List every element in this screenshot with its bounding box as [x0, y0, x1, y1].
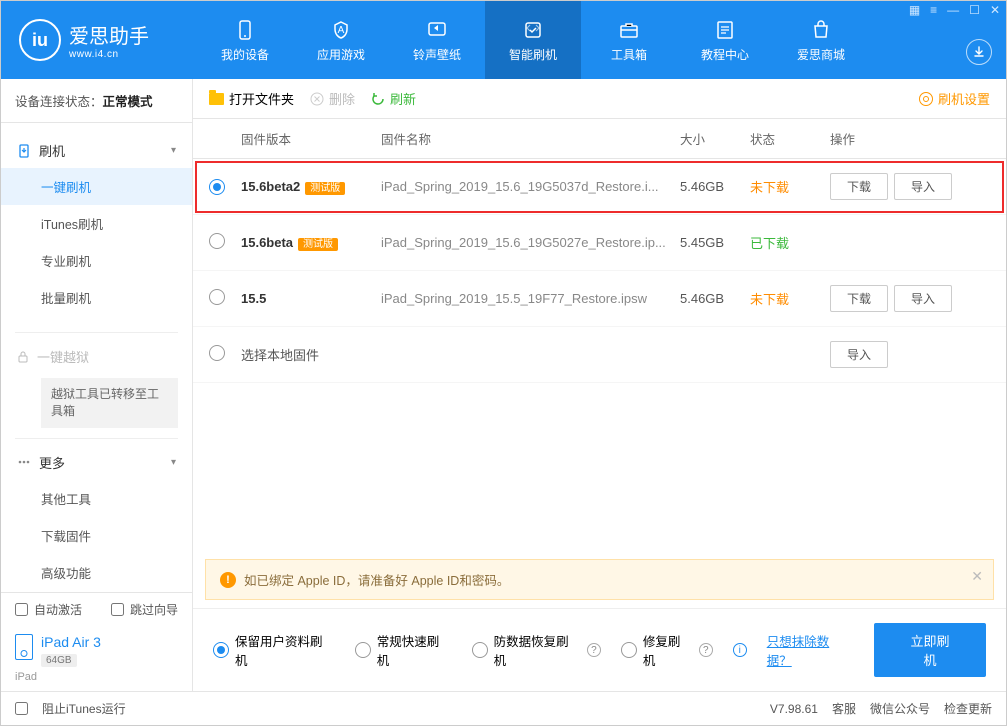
select-radio[interactable] [209, 233, 225, 249]
sidebar-item-1[interactable]: iTunes刷机 [1, 205, 192, 242]
lock-icon [17, 350, 29, 364]
ipad-icon [15, 634, 33, 660]
app-name: 爱思助手 [69, 20, 149, 49]
flash-options: 保留用户资料刷机常规快速刷机防数据恢复刷机? 修复刷机? i 只想抹除数据？ 立即… [193, 608, 1006, 691]
option-radio[interactable] [621, 642, 637, 658]
nav-item-1[interactable]: A应用游戏 [293, 1, 389, 79]
import-button[interactable]: 导入 [894, 173, 952, 200]
device-info[interactable]: iPad Air 3 64GB iPad [1, 626, 192, 691]
firmware-row[interactable]: 15.6beta2测试版iPad_Spring_2019_15.6_19G503… [193, 159, 1006, 215]
nav-item-0[interactable]: 我的设备 [197, 1, 293, 79]
more-icon [17, 455, 31, 469]
maximize-icon[interactable]: ☐ [969, 3, 980, 17]
help-icon[interactable]: ? [587, 643, 601, 657]
import-button[interactable]: 导入 [830, 341, 888, 368]
svg-text:A: A [338, 25, 345, 36]
flash-option-2[interactable]: 防数据恢复刷机? [472, 631, 601, 669]
sidebar-item-0[interactable]: 一键刷机 [1, 168, 192, 205]
grid-icon[interactable]: ▦ [909, 3, 920, 17]
main-nav: 我的设备A应用游戏铃声壁纸智能刷机工具箱教程中心爱思商城 [197, 1, 869, 79]
download-button[interactable]: 下载 [830, 285, 888, 312]
download-indicator-icon[interactable] [966, 39, 992, 65]
jailbreak-note: 越狱工具已转移至工具箱 [41, 378, 178, 428]
nav-item-2[interactable]: 铃声壁纸 [389, 1, 485, 79]
nav-icon [521, 18, 545, 42]
logo-icon: iu [19, 19, 61, 61]
nav-icon: A [329, 18, 353, 42]
sidebar-group-flash[interactable]: 刷机 ▾ [1, 133, 192, 168]
window-controls: ▦ ≡ — ☐ ✕ [909, 3, 1000, 17]
skip-guide-checkbox[interactable] [111, 603, 124, 616]
flash-now-button[interactable]: 立即刷机 [874, 623, 986, 677]
help-icon[interactable]: ? [699, 643, 713, 657]
delete-icon [310, 92, 324, 106]
select-radio[interactable] [209, 345, 225, 361]
sidebar-more-item-2[interactable]: 高级功能 [1, 554, 192, 591]
sidebar-more-item-1[interactable]: 下载固件 [1, 517, 192, 554]
option-radio[interactable] [355, 642, 371, 658]
nav-icon [713, 18, 737, 42]
nav-icon [425, 18, 449, 42]
nav-item-4[interactable]: 工具箱 [581, 1, 677, 79]
app-url: www.i4.cn [69, 49, 149, 60]
sidebar-item-2[interactable]: 专业刷机 [1, 242, 192, 279]
footer-link-wechat[interactable]: 微信公众号 [870, 700, 930, 717]
menu-icon[interactable]: ≡ [930, 3, 937, 17]
nav-item-5[interactable]: 教程中心 [677, 1, 773, 79]
warning-bar: ! 如已绑定 Apple ID，请准备好 Apple ID和密码。 ✕ [205, 559, 994, 600]
refresh-button[interactable]: 刷新 [371, 89, 416, 108]
chevron-down-icon: ▾ [171, 457, 176, 468]
firmware-row[interactable]: 15.5iPad_Spring_2019_15.5_19F77_Restore.… [193, 271, 1006, 327]
minimize-icon[interactable]: — [947, 3, 959, 17]
content-area: 打开文件夹 删除 刷新 刷机设置 固件版本 固件名称 大小 状态 操作 15.6… [193, 79, 1006, 691]
local-firmware-row[interactable]: 选择本地固件导入 [193, 327, 1006, 383]
logo-area: iu 爱思助手 www.i4.cn [1, 1, 197, 79]
block-itunes-checkbox[interactable] [15, 702, 28, 715]
table-header: 固件版本 固件名称 大小 状态 操作 [193, 119, 1006, 159]
firmware-row[interactable]: 15.6beta测试版iPad_Spring_2019_15.6_19G5027… [193, 215, 1006, 271]
folder-icon [209, 93, 224, 105]
chevron-down-icon: ▾ [171, 145, 176, 156]
option-radio[interactable] [472, 642, 488, 658]
flash-settings-button[interactable]: 刷机设置 [919, 89, 990, 108]
download-button[interactable]: 下载 [830, 173, 888, 200]
delete-button[interactable]: 删除 [310, 89, 355, 108]
firmware-list: 15.6beta2测试版iPad_Spring_2019_15.6_19G503… [193, 159, 1006, 551]
toolbar: 打开文件夹 删除 刷新 刷机设置 [193, 79, 1006, 119]
import-button[interactable]: 导入 [894, 285, 952, 312]
flash-option-1[interactable]: 常规快速刷机 [355, 631, 452, 669]
info-icon: i [733, 643, 747, 657]
open-folder-button[interactable]: 打开文件夹 [209, 89, 294, 108]
select-radio[interactable] [209, 289, 225, 305]
gear-icon [919, 92, 933, 106]
nav-icon [233, 18, 257, 42]
sidebar: 设备连接状态：正常模式 刷机 ▾ 一键刷机iTunes刷机专业刷机批量刷机 一键… [1, 79, 193, 691]
footer-link-support[interactable]: 客服 [832, 700, 856, 717]
erase-only-link[interactable]: 只想抹除数据？ [767, 631, 854, 669]
option-radio[interactable] [213, 642, 229, 658]
sidebar-group-jailbreak: 一键越狱 [1, 339, 192, 374]
connection-status: 设备连接状态：正常模式 [1, 79, 192, 123]
nav-item-6[interactable]: 爱思商城 [773, 1, 869, 79]
close-warning-button[interactable]: ✕ [971, 568, 983, 585]
flash-option-3[interactable]: 修复刷机? [621, 631, 713, 669]
flash-option-0[interactable]: 保留用户资料刷机 [213, 631, 335, 669]
nav-icon [809, 18, 833, 42]
refresh-icon [371, 92, 385, 106]
sidebar-item-3[interactable]: 批量刷机 [1, 279, 192, 316]
footer-link-update[interactable]: 检查更新 [944, 700, 992, 717]
nav-item-3[interactable]: 智能刷机 [485, 1, 581, 79]
warning-icon: ! [220, 572, 236, 588]
flash-icon [17, 144, 31, 158]
version-label: V7.98.61 [770, 702, 818, 716]
close-icon[interactable]: ✕ [990, 3, 1000, 17]
select-radio[interactable] [209, 179, 225, 195]
nav-icon [617, 18, 641, 42]
auto-activate-checkbox[interactable] [15, 603, 28, 616]
app-header: iu 爱思助手 www.i4.cn 我的设备A应用游戏铃声壁纸智能刷机工具箱教程… [1, 1, 1006, 79]
sidebar-group-more[interactable]: 更多 ▾ [1, 445, 192, 480]
sidebar-more-item-0[interactable]: 其他工具 [1, 480, 192, 517]
footer: 阻止iTunes运行 V7.98.61 客服 微信公众号 检查更新 [1, 691, 1006, 725]
